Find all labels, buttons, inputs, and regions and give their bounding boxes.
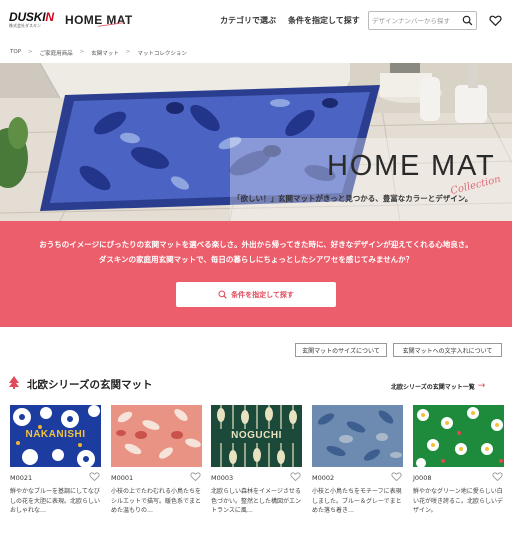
favorite-heart-icon[interactable] — [290, 471, 301, 482]
lettering-overlay: NOGUCHI — [231, 430, 282, 441]
breadcrumb-separator: > — [79, 49, 85, 55]
product-image[interactable] — [413, 405, 504, 467]
hero-title: HOME MAT — [327, 150, 496, 182]
favorite-heart-icon[interactable] — [89, 471, 100, 482]
product-code: M0002 — [312, 474, 335, 482]
product-image[interactable] — [111, 405, 202, 467]
nordic-series-list-link[interactable]: 北欧シリーズの玄関マット一覧 → — [391, 381, 485, 391]
search-by-condition-label: 条件を指定して探す — [231, 290, 294, 299]
favorite-heart-icon[interactable] — [391, 471, 402, 482]
product-code: M0021 — [10, 474, 33, 482]
breadcrumb-current: マットコレクション — [137, 51, 187, 57]
favorite-heart-icon[interactable] — [190, 471, 201, 482]
intro-band — [0, 221, 512, 327]
product-description: 小枝の上でたわむれる小鳥たちをシルエットで描写。暖色系でまとめた温もりの… — [111, 488, 202, 514]
mat-size-info-button[interactable]: 玄関マットのサイズについて — [295, 343, 387, 357]
breadcrumb-separator: > — [125, 49, 131, 55]
search-icon[interactable] — [462, 15, 473, 26]
favorites-heart-icon[interactable] — [489, 14, 502, 27]
intro-text-2: ダスキンの家庭用玄関マットで、毎日の暮らしにちょっとしたシアワセを感じてみません… — [98, 255, 414, 264]
logo-text: DUSKI — [9, 10, 46, 24]
product-m0001-image — [111, 405, 202, 467]
product-code: J0008 — [413, 474, 432, 482]
product-m0002-image — [312, 405, 403, 467]
intro-text-1: おうちのイメージにぴったりの玄関マットを選べる楽しさ。外出から帰ってきた時に、好… — [39, 240, 473, 249]
product-j0008-image — [413, 405, 504, 467]
duskin-logo[interactable]: DUSKIN 株式会社ダスキン — [9, 11, 59, 28]
breadcrumb-top[interactable]: TOP — [10, 49, 21, 57]
product-description: 鮮やかなグリーン地に愛らしい白い花が咲き誇るこ。北欧らしいデザイン。 — [413, 488, 504, 514]
search-input[interactable] — [372, 14, 458, 27]
search-icon — [218, 290, 227, 299]
site-header: DUSKIN 株式会社ダスキン HOME MAT カテゴリで選ぶ 条件を指定して… — [0, 0, 512, 44]
hero-subtitle: 「欲しい！」玄関マットがきっと見つかる、豊富なカラーとデザイン。 — [233, 194, 473, 203]
lettering-overlay: NAKANISHI — [25, 429, 86, 440]
breadcrumb: TOP > ご家庭用商品 > 玄関マット > マットコレクション — [10, 49, 187, 57]
arrow-right-icon: → — [477, 381, 486, 391]
product-code: M0003 — [211, 474, 234, 482]
nav-by-condition[interactable]: 条件を指定して探す — [288, 15, 360, 26]
search-box — [368, 11, 477, 30]
breadcrumb-separator: > — [28, 49, 33, 55]
product-description: 北欧らしい森林をイメージさせる色づかい。整然とした構図がエントランスに風… — [211, 488, 302, 514]
logo-text-accent: N — [45, 10, 54, 24]
product-description: 小枝と小鳥たちをモチーフに表現しました。ブルー＆グレーでまとめた落ち着き… — [312, 488, 402, 514]
section-title: 北欧シリーズの玄関マット — [27, 379, 153, 391]
product-image[interactable] — [312, 405, 403, 467]
nordic-series-list-label: 北欧シリーズの玄関マット一覧 — [391, 383, 475, 391]
product-code: M0001 — [111, 474, 134, 482]
breadcrumb-entrance-mat[interactable]: 玄関マット — [91, 49, 119, 57]
favorite-heart-icon[interactable] — [492, 471, 503, 482]
tree-icon — [9, 376, 19, 389]
product-image[interactable]: NAKANISHI — [10, 405, 101, 467]
nav-by-category[interactable]: カテゴリで選ぶ — [220, 15, 276, 26]
product-description: 鮮やかなブルーを基調にしてなびしの花を大胆に表現。北欧らしいおしゃれな… — [10, 488, 101, 514]
product-list: NAKANISHI M0021 鮮やかなブルーを基調にしてなびしの花を大胆に表現… — [10, 405, 504, 547]
mat-lettering-info-button[interactable]: 玄関マットへの文字入れについて — [393, 343, 502, 357]
search-by-condition-button[interactable]: 条件を指定して探す — [176, 282, 336, 307]
breadcrumb-home-products[interactable]: ご家庭用商品 — [40, 49, 73, 57]
product-image[interactable]: NOGUCHI — [211, 405, 302, 467]
